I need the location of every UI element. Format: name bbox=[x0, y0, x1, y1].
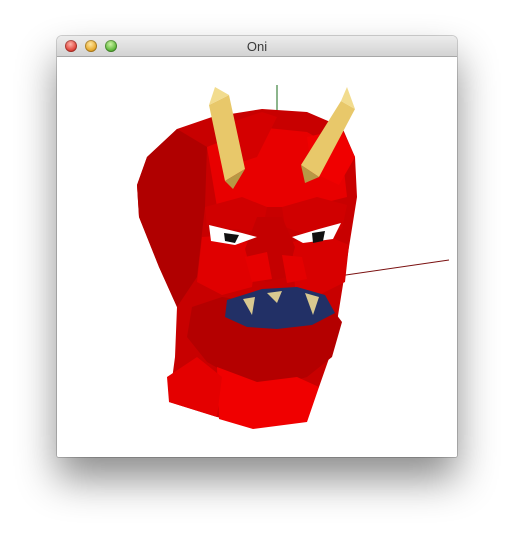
3d-viewport[interactable] bbox=[57, 57, 457, 457]
oni-mask-render bbox=[137, 85, 450, 429]
window-title: Oni bbox=[246, 39, 268, 54]
app-window: Oni bbox=[57, 36, 457, 457]
title-bar[interactable]: Oni bbox=[57, 36, 457, 57]
